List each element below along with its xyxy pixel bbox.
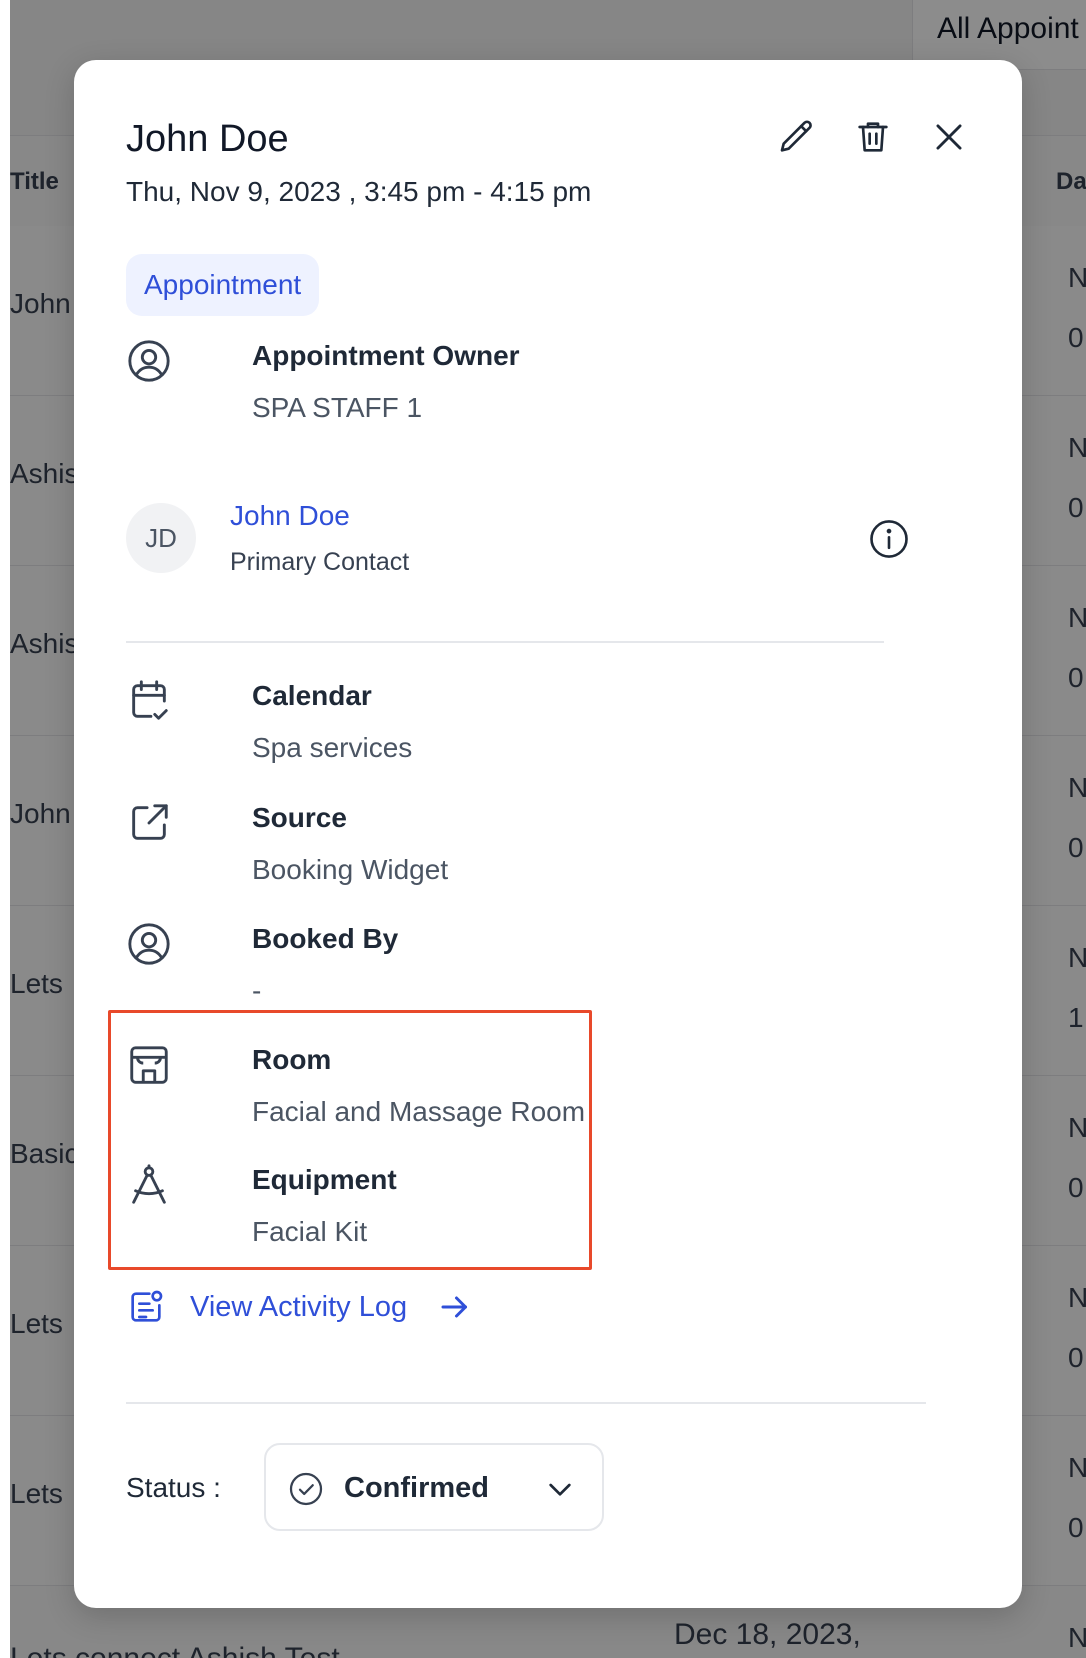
footer-divider (126, 1402, 926, 1404)
source-value: Booking Widget (252, 854, 449, 885)
check-circle-icon (288, 1471, 324, 1507)
user-circle-icon (126, 921, 172, 967)
compass-icon (126, 1162, 172, 1208)
appointment-type-badge: Appointment (126, 254, 320, 316)
calendar-value: Spa services (252, 732, 413, 763)
contact-name-link[interactable]: John Doe (230, 500, 350, 532)
close-icon (930, 118, 968, 156)
owner-label: Appointment Owner (252, 340, 520, 371)
booked-by-value: - (252, 975, 262, 1006)
modal-title: John Doe (126, 118, 289, 160)
equipment-value: Facial Kit (252, 1216, 368, 1247)
appointment-details-modal: John Doe Thu, Nov 9, 2023 , 3:45 pm - 4:… (74, 60, 1022, 1608)
primary-contact: JD John Doe Primary Contact (126, 500, 908, 620)
room-value: Facial and Massage Room (252, 1096, 586, 1127)
chevron-down-icon (544, 1473, 576, 1505)
arrow-right-icon (437, 1289, 473, 1325)
contact-role: Primary Contact (230, 548, 410, 576)
activity-log-icon (126, 1287, 166, 1327)
section-divider (126, 641, 884, 643)
view-activity-log-link[interactable]: View Activity Log (126, 1282, 473, 1332)
avatar: JD (126, 503, 196, 573)
status-value: Confirmed (344, 1472, 489, 1504)
calendar-label: Calendar (252, 680, 372, 711)
activity-log-label: View Activity Log (190, 1290, 408, 1323)
user-circle-icon (126, 338, 172, 384)
page-edge (0, 0, 10, 1658)
pencil-icon (777, 117, 817, 157)
info-icon[interactable] (868, 518, 910, 560)
booked-by-label: Booked By (252, 923, 399, 954)
owner-value: SPA STAFF 1 (252, 392, 423, 423)
status-label: Status : (126, 1472, 221, 1503)
status-dropdown[interactable]: Confirmed (264, 1443, 604, 1531)
trash-icon (853, 117, 893, 157)
modal-actions (776, 116, 970, 158)
appointment-datetime: Thu, Nov 9, 2023 , 3:45 pm - 4:15 pm (126, 176, 592, 207)
room-icon (126, 1042, 172, 1088)
room-label: Room (252, 1044, 332, 1075)
calendar-check-icon (126, 678, 172, 724)
equipment-label: Equipment (252, 1164, 397, 1195)
source-label: Source (252, 802, 347, 833)
close-button[interactable] (928, 116, 970, 158)
edit-button[interactable] (776, 116, 818, 158)
external-link-icon (126, 800, 172, 846)
delete-button[interactable] (852, 116, 894, 158)
